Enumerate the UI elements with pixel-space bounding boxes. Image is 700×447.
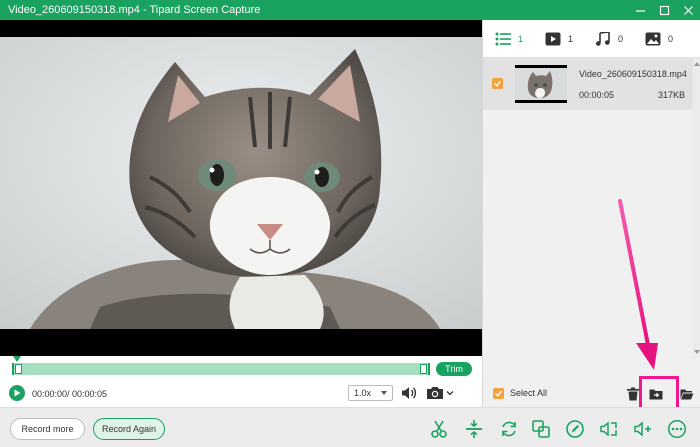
trim-track[interactable]: [12, 363, 430, 375]
playhead-marker-icon[interactable]: [13, 356, 21, 362]
minimize-button[interactable]: [628, 0, 652, 20]
trim-end-handle[interactable]: [420, 364, 427, 374]
checkmark-icon: [495, 390, 503, 397]
video-thumbnail: [515, 65, 567, 103]
window-title: Video_260609150318.mp4 - Tipard Screen C…: [8, 4, 261, 16]
merge-icon: [532, 420, 550, 438]
cat-video-frame: [0, 37, 482, 329]
trim-start-handle[interactable]: [15, 364, 22, 374]
media-library-panel: 1 1 0 0 Video_260609150318.mp4 00:00:05 …: [482, 20, 700, 410]
trim-button[interactable]: Trim: [436, 362, 472, 376]
bottom-toolbar: Record more Record Again: [0, 407, 700, 447]
scroll-up-arrow-icon[interactable]: [694, 62, 700, 66]
select-all-checkbox[interactable]: [493, 388, 504, 399]
more-icon: [667, 419, 687, 439]
filter-audio-count: 0: [618, 33, 624, 44]
list-item[interactable]: Video_260609150318.mp4 00:00:05 317KB: [483, 58, 693, 110]
edit-icon: [566, 420, 584, 438]
close-button[interactable]: [676, 0, 700, 20]
speed-select[interactable]: 1.0x: [348, 385, 393, 401]
open-folder-button[interactable]: [678, 385, 696, 403]
filter-video-count: 1: [568, 33, 574, 44]
list-icon: [495, 32, 511, 45]
trash-icon: [627, 387, 639, 401]
compress-icon: [466, 420, 482, 438]
chevron-down-icon: [381, 391, 387, 395]
merge-tool-button[interactable]: [530, 418, 552, 440]
list-footer: Select All: [483, 372, 700, 410]
filter-image-count: 0: [668, 33, 674, 44]
file-size: 317KB: [657, 90, 685, 100]
image-icon: [645, 32, 661, 45]
minimize-icon: [635, 9, 645, 12]
cut-tool-button[interactable]: [428, 418, 450, 440]
filter-all[interactable]: 1: [495, 32, 523, 46]
refresh-icon: [502, 421, 516, 437]
convert-tool-button[interactable]: [498, 418, 520, 440]
filter-audio[interactable]: 0: [595, 31, 624, 46]
chevron-down-icon[interactable]: [446, 389, 454, 397]
audio-edit-icon: [600, 421, 617, 437]
camera-icon[interactable]: [426, 385, 444, 401]
scroll-down-arrow-icon[interactable]: [694, 350, 700, 354]
music-icon: [596, 31, 610, 46]
audio-tool-button[interactable]: [598, 418, 620, 440]
record-again-button[interactable]: Record Again: [93, 418, 165, 440]
video-preview[interactable]: [0, 20, 482, 356]
filter-video[interactable]: 1: [545, 32, 573, 46]
folder-icon: [680, 389, 694, 400]
play-icon: [14, 389, 21, 397]
scissors-icon: [431, 420, 447, 438]
speed-value: 1.0x: [354, 388, 372, 398]
maximize-icon: [659, 5, 669, 15]
file-duration: 00:00:05: [579, 90, 615, 100]
cat-thumbnail: [515, 65, 567, 103]
scrollbar[interactable]: [693, 58, 700, 358]
more-tools-button[interactable]: [666, 418, 688, 440]
title-bar: Video_260609150318.mp4 - Tipard Screen C…: [0, 0, 700, 20]
volume-icon[interactable]: [401, 385, 417, 401]
file-name: Video_260609150318.mp4: [579, 69, 687, 79]
checkmark-icon: [494, 80, 502, 87]
window-controls: [628, 0, 700, 20]
playback-time: 00:00:00/ 00:00:05: [32, 389, 108, 399]
close-icon: [683, 5, 693, 15]
edit-metadata-button[interactable]: [564, 418, 586, 440]
maximize-button[interactable]: [652, 0, 676, 20]
compress-tool-button[interactable]: [463, 418, 485, 440]
select-all-label[interactable]: Select All: [510, 388, 547, 398]
file-list: Video_260609150318.mp4 00:00:05 317KB: [483, 58, 700, 358]
record-more-button[interactable]: Record more: [10, 418, 85, 440]
filter-all-count: 1: [518, 33, 524, 44]
video-icon: [545, 32, 561, 45]
play-button[interactable]: [9, 385, 25, 401]
volume-plus-icon: [634, 421, 651, 437]
player-controls: Trim 00:00:00/ 00:00:05 1.0x: [0, 356, 482, 407]
item-checkbox[interactable]: [492, 78, 503, 89]
volume-boost-button[interactable]: [632, 418, 654, 440]
filter-image[interactable]: 0: [645, 32, 673, 46]
media-filter-bar: 1 1 0 0: [483, 20, 700, 58]
annotation-highlight-box: [639, 376, 679, 410]
